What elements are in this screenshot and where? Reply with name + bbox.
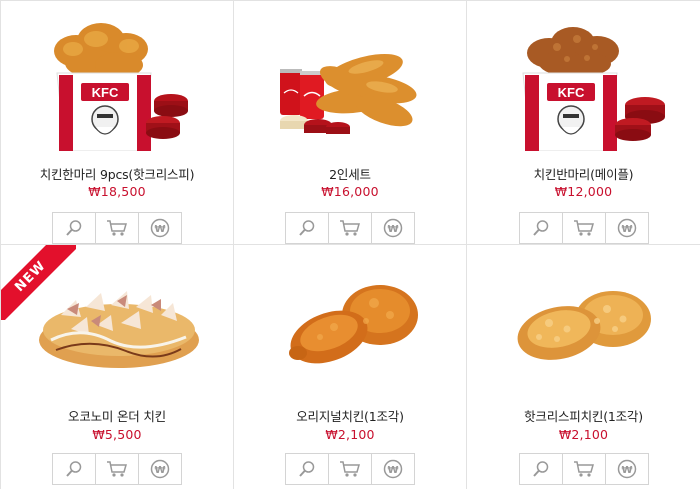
- product-name[interactable]: 핫크리스피치킨(1조각): [467, 406, 700, 425]
- product-card: KFC 치킨한마리 9pcs(핫크리스피) ₩18,500 ₩: [1, 1, 234, 245]
- product-image-original-chicken[interactable]: [234, 245, 466, 395]
- product-actions: ₩: [285, 212, 415, 244]
- svg-text:KFC: KFC: [92, 85, 119, 100]
- new-badge: NEW: [1, 245, 76, 320]
- add-to-cart-button[interactable]: [562, 213, 606, 243]
- cart-icon: [340, 220, 360, 236]
- add-to-cart-button[interactable]: [96, 454, 139, 484]
- cart-icon: [340, 461, 360, 477]
- won-coin-icon: ₩: [383, 218, 403, 238]
- product-card: 오리지널치킨(1조각) ₩2,100 ₩: [234, 245, 467, 489]
- product-actions: ₩: [518, 212, 649, 244]
- view-detail-button[interactable]: [53, 454, 96, 484]
- magnifier-icon: [532, 461, 548, 477]
- product-price: ₩12,000: [554, 184, 613, 199]
- magnifier-icon: [299, 461, 315, 477]
- product-actions: ₩: [285, 453, 415, 485]
- product-price: ₩5,500: [92, 427, 142, 442]
- product-name[interactable]: 2인세트: [234, 164, 466, 183]
- product-name[interactable]: 오코노미 온더 치킨: [1, 406, 233, 425]
- svg-text:KFC: KFC: [558, 85, 585, 100]
- product-price: ₩18,500: [88, 184, 146, 199]
- view-detail-button[interactable]: [286, 213, 329, 243]
- view-detail-button[interactable]: [519, 213, 563, 243]
- add-to-cart-button[interactable]: [329, 454, 372, 484]
- product-image-hot-crispy-chicken[interactable]: [467, 245, 700, 395]
- won-coin-icon: ₩: [617, 218, 636, 238]
- product-price: ₩2,100: [325, 427, 375, 442]
- magnifier-icon: [532, 220, 548, 236]
- buy-now-button[interactable]: ₩: [139, 213, 181, 243]
- cart-icon: [573, 220, 594, 236]
- buy-now-button[interactable]: ₩: [605, 213, 648, 243]
- won-coin-icon: ₩: [617, 459, 636, 479]
- product-name[interactable]: 오리지널치킨(1조각): [234, 406, 466, 425]
- product-grid: KFC 치킨한마리 9pcs(핫크리스피) ₩18,500 ₩ 2인세트 ₩16…: [0, 0, 700, 489]
- cart-icon: [573, 461, 594, 477]
- add-to-cart-button[interactable]: [562, 454, 606, 484]
- view-detail-button[interactable]: [53, 213, 96, 243]
- svg-text:₩: ₩: [621, 465, 632, 476]
- product-price: ₩16,000: [321, 184, 379, 199]
- product-card: KFC 치킨반마리(메이플) ₩12,000 ₩: [467, 1, 700, 245]
- product-image-two-person-set[interactable]: [234, 1, 466, 151]
- product-actions: ₩: [52, 212, 182, 244]
- add-to-cart-button[interactable]: [96, 213, 139, 243]
- svg-text:₩: ₩: [621, 224, 632, 235]
- product-actions: ₩: [52, 453, 182, 485]
- buy-now-button[interactable]: ₩: [372, 454, 414, 484]
- cart-icon: [107, 220, 127, 236]
- magnifier-icon: [299, 220, 315, 236]
- product-actions: ₩: [518, 453, 649, 485]
- buy-now-button[interactable]: ₩: [605, 454, 648, 484]
- product-card: 2인세트 ₩16,000 ₩: [234, 1, 467, 245]
- svg-text:₩: ₩: [387, 465, 398, 476]
- won-coin-icon: ₩: [383, 459, 403, 479]
- svg-text:₩: ₩: [154, 224, 165, 235]
- product-name[interactable]: 치킨반마리(메이플): [467, 164, 700, 183]
- product-name[interactable]: 치킨한마리 9pcs(핫크리스피): [1, 164, 233, 183]
- won-coin-icon: ₩: [150, 459, 170, 479]
- add-to-cart-button[interactable]: [329, 213, 372, 243]
- view-detail-button[interactable]: [286, 454, 329, 484]
- buy-now-button[interactable]: ₩: [372, 213, 414, 243]
- buy-now-button[interactable]: ₩: [139, 454, 181, 484]
- magnifier-icon: [66, 220, 82, 236]
- cart-icon: [107, 461, 127, 477]
- product-price: ₩2,100: [558, 427, 609, 442]
- magnifier-icon: [66, 461, 82, 477]
- view-detail-button[interactable]: [519, 454, 563, 484]
- product-image-kfc-bucket-maple[interactable]: KFC: [467, 1, 700, 151]
- won-coin-icon: ₩: [150, 218, 170, 238]
- svg-text:₩: ₩: [387, 224, 398, 235]
- product-card: NEW 오코노미 온더 치킨 ₩5,500 ₩: [1, 245, 234, 489]
- svg-text:₩: ₩: [154, 465, 165, 476]
- product-card: 핫크리스피치킨(1조각) ₩2,100 ₩: [467, 245, 700, 489]
- product-image-kfc-bucket-crispy[interactable]: KFC: [1, 1, 233, 151]
- new-badge-label: NEW: [1, 245, 76, 320]
